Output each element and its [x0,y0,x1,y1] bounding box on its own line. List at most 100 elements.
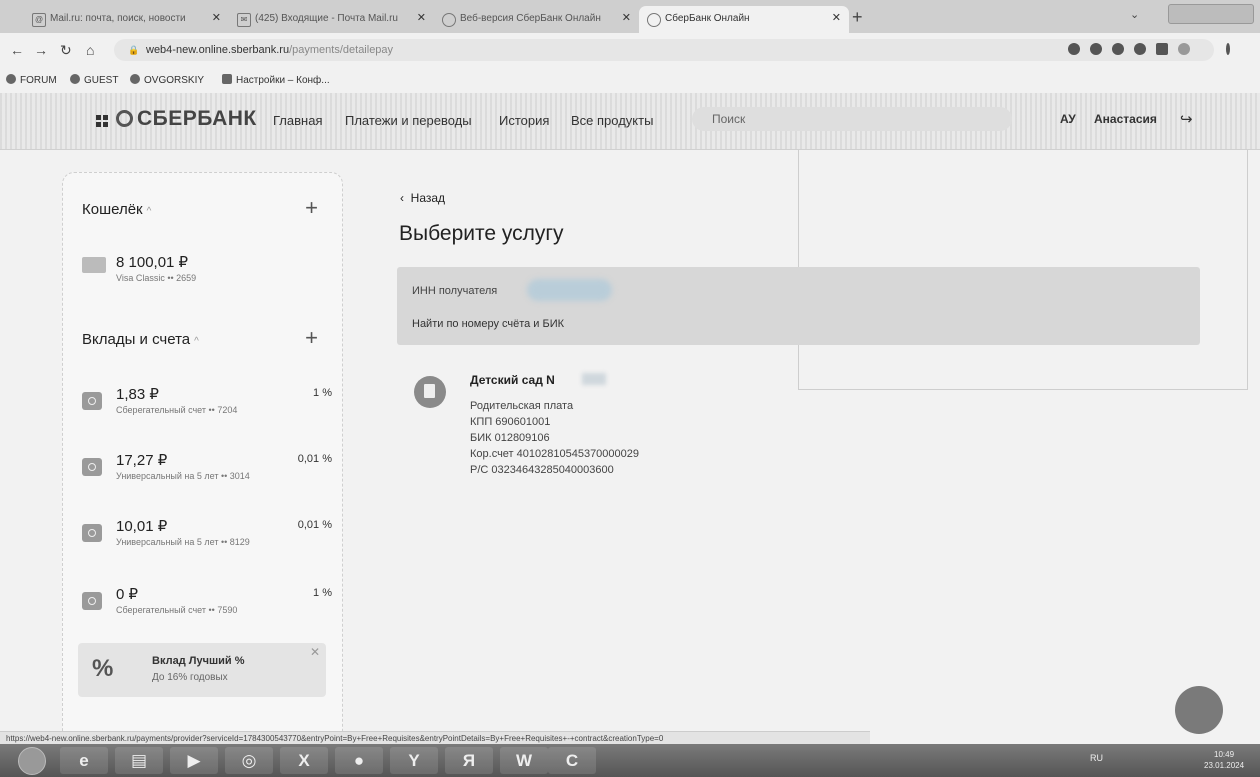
window-controls[interactable] [1168,4,1254,24]
bookmark-item[interactable]: OVGORSKIY [130,74,204,86]
close-icon[interactable]: ✕ [417,6,426,31]
inn-field-label[interactable]: ИНН получателя [412,285,497,297]
chrome-icon[interactable]: ◎ [225,747,273,774]
promo-banner[interactable]: % Вклад Лучший % До 16% годовых ✕ [78,643,326,697]
background-bleed-box [798,112,1248,390]
extension-icon[interactable] [1090,43,1102,55]
language-indicator[interactable]: RU [1090,753,1103,763]
find-by-account-link[interactable]: Найти по номеру счёта и БИК [412,318,564,330]
ie-icon[interactable]: e [60,747,108,774]
nav-history[interactable]: История [499,113,549,128]
bookmark-label: GUEST [84,75,119,86]
close-icon[interactable]: ✕ [310,645,320,659]
profile-icon[interactable] [1178,43,1190,55]
account-item[interactable]: 10,01 ₽ Универсальный на 5 лет •• 8129 0… [82,517,332,557]
bookmark-item[interactable]: GUEST [70,74,118,86]
bookmark-label: Настройки – Конф... [236,75,330,86]
chevron-left-icon: ‹ [400,191,411,205]
account-item[interactable]: 17,27 ₽ Универсальный на 5 лет •• 3014 0… [82,451,332,491]
home-icon[interactable]: ⌂ [86,42,94,58]
safe-icon [82,592,102,610]
taskbar: e ▤ ▶ ◎ X ● Y Я W C RU 10:49 23.01.2024 [0,744,1260,777]
deposits-section-title[interactable]: Вклады и счета ^ [82,331,199,348]
reload-icon[interactable]: ↻ [60,42,72,59]
inn-field-value-redacted[interactable] [527,279,612,301]
sber-icon [647,13,661,27]
sber-icon [442,13,456,27]
start-button[interactable] [18,747,46,775]
tab-mail-news[interactable]: @ Mail.ru: почта, поиск, новости ✕ [24,6,229,33]
wallet-card-item[interactable]: 8 100,01 ₽ Visa Classic •• 2659 [82,253,322,293]
chevron-down-icon[interactable]: ⌄ [1130,8,1139,21]
envelope-icon: ✉ [237,13,251,27]
folder-icon[interactable]: ▤ [115,747,163,774]
tab-title: Mail.ru: почта, поиск, новости [50,13,186,24]
add-deposit-button[interactable]: + [305,325,318,351]
wallet-section-title[interactable]: Кошелёк ^ [82,201,151,218]
provider-result-item[interactable]: Детский сад N Родительская плата КПП 690… [414,368,814,488]
card-icon [82,257,106,273]
close-icon[interactable]: ✕ [832,6,841,31]
excel-icon[interactable]: X [280,747,328,774]
extension-icon[interactable] [1112,43,1124,55]
provider-kpp: КПП 690601001 [470,416,551,428]
tab-title: (425) Входящие - Почта Mail.ru [255,13,398,24]
nav-payments[interactable]: Платежи и переводы [345,113,472,128]
bookmark-item[interactable]: FORUM [6,74,57,86]
tab-sber-online-active[interactable]: СберБанк Онлайн ✕ [639,6,849,33]
puzzle-icon[interactable] [1134,43,1146,55]
add-wallet-button[interactable]: + [305,195,318,221]
logout-icon[interactable]: ↪ [1180,110,1193,128]
promo-title: Вклад Лучший % [152,655,245,667]
account-item[interactable]: 0 ₽ Сберегательный счет •• 7590 1 % [82,585,332,625]
logo-text: СБЕРБАНК [137,107,257,130]
tab-sber-web[interactable]: Веб-версия СберБанк Онлайн ✕ [434,6,639,33]
nav-all-products[interactable]: Все продукты [571,113,653,128]
word-icon[interactable]: W [500,747,548,774]
close-icon[interactable]: ✕ [622,6,631,31]
bookmarks-bar: FORUM GUEST OVGORSKIY Настройки – Конф..… [0,67,1260,94]
clock-time: 10:49 [1214,750,1235,759]
account-balance: 0 ₽ [116,586,139,603]
back-arrow-icon[interactable]: ← [10,42,24,58]
avatar[interactable]: АУ [1060,112,1076,126]
account-rate: 0,01 % [297,453,332,465]
bookmark-item[interactable]: Настройки – Конф... [222,74,330,86]
media-player-icon[interactable]: ▶ [170,747,218,774]
account-item[interactable]: 1,83 ₽ Сберегательный счет •• 7204 1 % [82,385,332,425]
yandex-icon[interactable]: Я [445,747,493,774]
url-host: web4-new.online.sberbank.ru [146,44,290,56]
sidebar: Кошелёк ^ + 8 100,01 ₽ Visa Classic •• 26… [62,172,343,732]
back-link[interactable]: ‹ Назад [400,191,445,205]
browser-tab-strip: @ Mail.ru: почта, поиск, новости ✕ ✉ (42… [0,0,1260,33]
account-subtitle: Универсальный на 5 лет •• 8129 [116,537,250,547]
app-icon[interactable]: ● [335,747,383,774]
menu-icon[interactable] [1226,43,1230,55]
gear-icon [222,74,232,84]
globe-icon [6,74,16,84]
forward-arrow-icon[interactable]: → [34,42,48,58]
card-balance: 8 100,01 ₽ [116,254,189,271]
user-name[interactable]: Анастасия [1094,112,1157,126]
clock[interactable]: 10:49 23.01.2024 [1204,749,1244,771]
percent-illustration: % [92,655,114,682]
yandex-browser-icon[interactable]: Y [390,747,438,774]
close-icon[interactable]: ✕ [212,6,221,31]
sberbank-logo[interactable]: СБЕРБАНК [116,107,257,131]
chat-assistant-button[interactable] [1175,686,1223,734]
sidepanel-icon[interactable] [1156,43,1168,55]
tab-mail-inbox[interactable]: ✉ (425) Входящие - Почта Mail.ru ✕ [229,6,434,33]
extension-icon[interactable] [1068,43,1080,55]
chevron-up-icon: ^ [194,336,199,347]
account-balance: 1,83 ₽ [116,386,159,403]
page-title: Выберите услугу [399,222,564,245]
bookmark-label: FORUM [20,75,57,86]
account-subtitle: Сберегательный счет •• 7204 [116,405,238,415]
url-field[interactable]: 🔒 web4-new.online.sberbank.ru/payments/d… [114,39,1214,61]
app-icon[interactable]: C [548,747,596,774]
search-input[interactable]: Поиск [692,107,1012,131]
nav-main[interactable]: Главная [273,113,322,128]
apps-grid-icon[interactable] [96,115,108,127]
new-tab-button[interactable]: + [852,7,863,28]
account-balance: 10,01 ₽ [116,518,168,535]
